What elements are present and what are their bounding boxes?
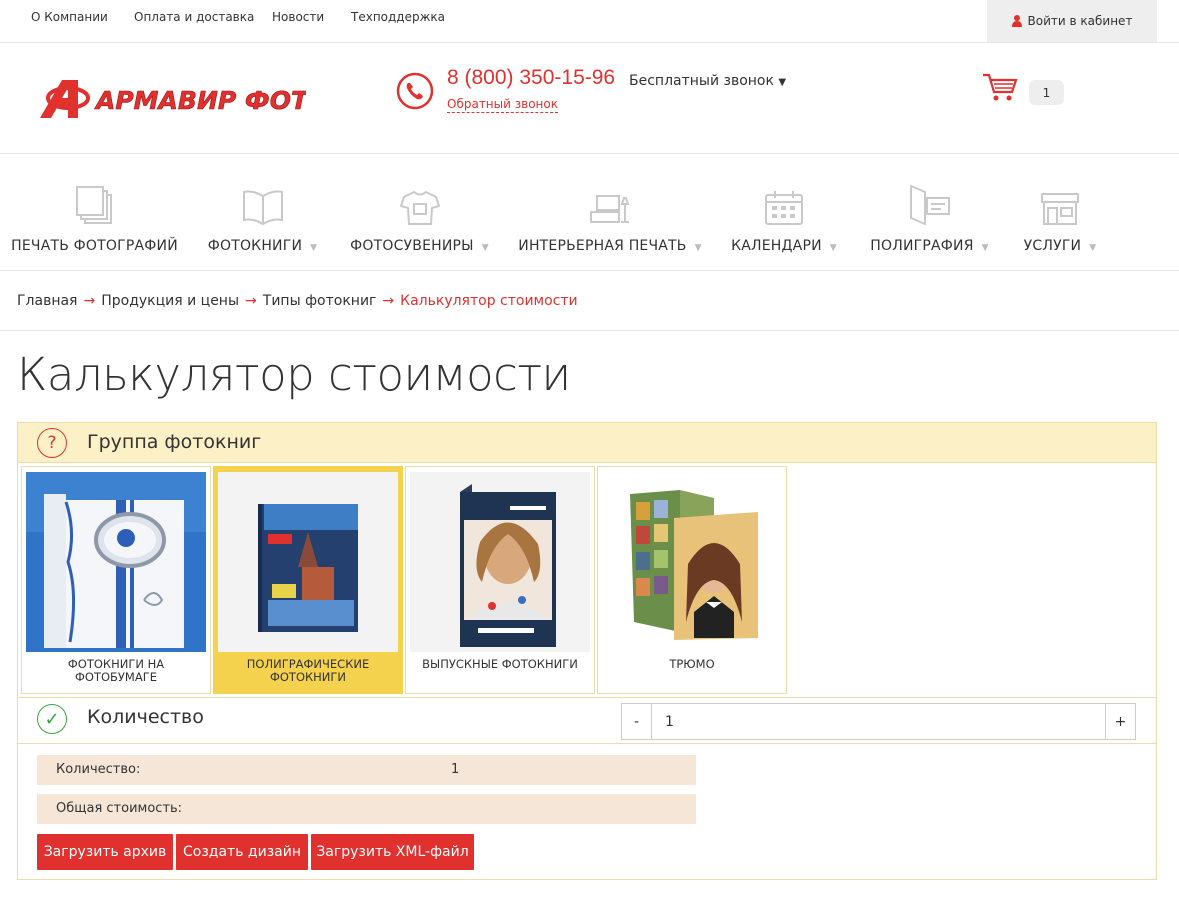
option-label: ФОТОКНИГИ НА ФОТОБУМАГЕ — [67, 657, 165, 684]
summary-total-label: Общая стоимость: — [56, 801, 183, 816]
printing-icon — [909, 184, 950, 226]
product-image — [218, 472, 398, 652]
interior-icon — [590, 195, 630, 223]
arrow-right-icon: → — [382, 293, 395, 309]
caret-down-icon: ▼ — [694, 243, 702, 253]
nav-label: КАЛЕНДАРИ — [731, 238, 822, 254]
nav-item-souvenirs[interactable]: ФОТОСУВЕНИРЫ ▼ — [350, 180, 489, 260]
nav-item-printing[interactable]: ПОЛИГРАФИЯ ▼ — [870, 180, 989, 260]
decrement-button[interactable]: - — [622, 704, 652, 739]
option-card-polygraphic[interactable]: ПОЛИГРАФИЧЕСКИЕ ФОТОКНИГИ — [213, 466, 403, 694]
group-title: Группа фотокниг — [87, 431, 262, 453]
top-link-payment[interactable]: Оплата и доставка — [134, 10, 254, 24]
option-card-graduation[interactable]: ВЫПУСКНЫЕ ФОТОКНИГИ — [405, 466, 595, 694]
free-call-label: Бесплатный звонок — [629, 73, 774, 89]
nav-label: ФОТОКНИГИ — [207, 238, 303, 254]
nav-label: ФОТОСУВЕНИРЫ — [350, 238, 474, 254]
login-label: Войти в кабинет — [1027, 14, 1133, 28]
nav-item-calendars[interactable]: КАЛЕНДАРИ ▼ — [731, 180, 837, 260]
check-icon: ✓ — [37, 704, 67, 734]
top-link-news[interactable]: Новости — [272, 10, 324, 24]
nav-item-interior[interactable]: ИНТЕРЬЕРНАЯ ПЕЧАТЬ ▼ — [518, 180, 702, 260]
caret-down-icon: ▼ — [981, 243, 989, 253]
calendar-icon — [765, 191, 803, 225]
caret-down-icon: ▼ — [778, 77, 787, 88]
logo-icon: АРМАВИР ФОТО — [40, 80, 330, 118]
option-label: ВЫПУСКНЫЕ ФОТОКНИГИ — [422, 657, 578, 671]
photo-stack-icon — [75, 186, 112, 224]
caret-down-icon: ▼ — [1089, 243, 1097, 253]
nav-label: УСЛУГИ — [1023, 238, 1082, 254]
free-call-dropdown[interactable]: Бесплатный звонок ▼ — [629, 73, 786, 89]
phone-number[interactable]: 8 (800) 350-15-96 — [447, 66, 615, 90]
option-label: ПОЛИГРАФИЧЕСКИЕ ФОТОКНИГИ — [246, 657, 370, 684]
nav-item-photo-print[interactable]: ПЕЧАТЬ ФОТОГРАФИЙ — [11, 180, 178, 260]
user-icon — [1011, 15, 1022, 27]
nav-item-photobooks[interactable]: ФОТОКНИГИ ▼ — [207, 180, 318, 260]
product-image — [410, 472, 590, 652]
nav-label: ПОЛИГРАФИЯ — [870, 238, 974, 254]
option-card-trumo[interactable]: ТРЮМО — [597, 466, 787, 694]
breadcrumb-current: Калькулятор стоимости — [400, 293, 578, 309]
upload-archive-button[interactable]: Загрузить архив — [37, 834, 173, 870]
caret-down-icon: ▼ — [310, 243, 318, 253]
product-image — [26, 472, 206, 652]
login-button[interactable]: Войти в кабинет — [987, 0, 1157, 42]
increment-button[interactable]: + — [1105, 704, 1135, 739]
nav-label: ПЕЧАТЬ ФОТОГРАФИЙ — [11, 238, 178, 254]
summary-quantity-value: 1 — [451, 762, 460, 777]
product-image — [602, 472, 782, 652]
divider — [0, 330, 1179, 331]
svg-text:АРМАВИР ФОТО: АРМАВИР ФОТО — [94, 86, 306, 115]
cart-icon[interactable] — [982, 72, 1018, 106]
summary-total-row: Общая стоимость: — [37, 794, 696, 824]
store-icon — [1041, 193, 1079, 225]
question-icon[interactable]: ? — [37, 428, 67, 458]
breadcrumb: Главная → Продукция и цены → Типы фотокниг → К… — [17, 293, 578, 309]
cart-count-badge[interactable]: 1 — [1029, 80, 1064, 105]
callback-link[interactable]: Обратный звонок — [447, 97, 558, 113]
caret-down-icon: ▼ — [829, 243, 837, 253]
breadcrumb-book-types[interactable]: Типы фотокниг — [263, 293, 377, 309]
create-design-button[interactable]: Создать дизайн — [176, 834, 308, 870]
breadcrumb-products[interactable]: Продукция и цены — [101, 293, 239, 309]
open-book-icon — [242, 190, 283, 226]
nav-item-services[interactable]: УСЛУГИ ▼ — [1024, 180, 1096, 260]
option-label: ТРЮМО — [669, 657, 715, 671]
page-title: Калькулятор стоимости — [17, 348, 571, 401]
top-link-about[interactable]: О Компании — [31, 10, 108, 24]
upload-xml-button[interactable]: Загрузить XML-файл — [311, 834, 474, 870]
caret-down-icon: ▼ — [481, 243, 489, 253]
nav-label: ИНТЕРЬЕРНАЯ ПЕЧАТЬ — [518, 238, 687, 254]
logo[interactable]: АРМАВИР ФОТО — [38, 76, 330, 126]
quantity-stepper[interactable]: - + — [621, 703, 1136, 740]
summary-quantity-row: Количество: 1 — [37, 755, 696, 785]
arrow-right-icon: → — [245, 293, 257, 309]
summary-quantity-label: Количество: — [56, 762, 141, 777]
arrow-right-icon: → — [83, 293, 96, 309]
tshirt-icon — [399, 190, 440, 225]
top-link-support[interactable]: Техподдержка — [351, 10, 445, 24]
quantity-title: Количество — [87, 706, 204, 728]
breadcrumb-home[interactable]: Главная — [17, 293, 77, 309]
quantity-input[interactable] — [652, 704, 1105, 739]
option-card-photopaper[interactable]: ФОТОКНИГИ НА ФОТОБУМАГЕ — [21, 466, 211, 694]
phone-icon — [396, 72, 434, 114]
